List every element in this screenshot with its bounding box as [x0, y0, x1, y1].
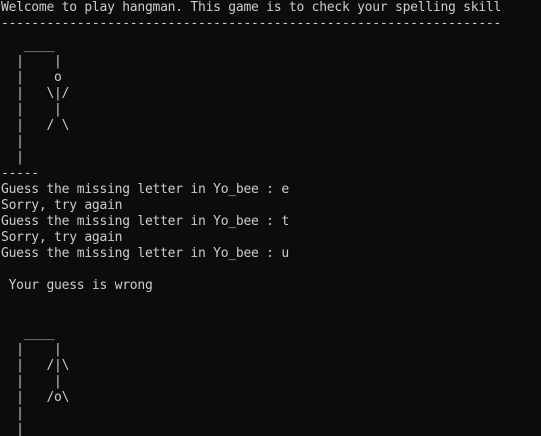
guess-line-1: Guess the missing letter in Yo_bee : e	[1, 182, 289, 197]
guess-line-2: Guess the missing letter in Yo_bee : t	[1, 214, 289, 229]
result-message: Your guess is wrong	[1, 278, 153, 293]
sorry-line-2: Sorry, try again	[1, 230, 123, 245]
hangman-drawing-1: ____ | | | o | \|/ | | | / \ | | -----	[1, 38, 70, 181]
terminal-window[interactable]: Welcome to play hangman. This game is to…	[0, 0, 541, 436]
hangman-drawing-2: ____ | | | /|\ | | | /o\ | | -----	[16, 326, 70, 436]
welcome-message: Welcome to play hangman. This game is to…	[1, 0, 502, 15]
sorry-line-1: Sorry, try again	[1, 198, 123, 213]
guess-line-3: Guess the missing letter in Yo_bee : u	[1, 246, 289, 261]
separator-line: ----------------------------------------…	[1, 16, 502, 31]
